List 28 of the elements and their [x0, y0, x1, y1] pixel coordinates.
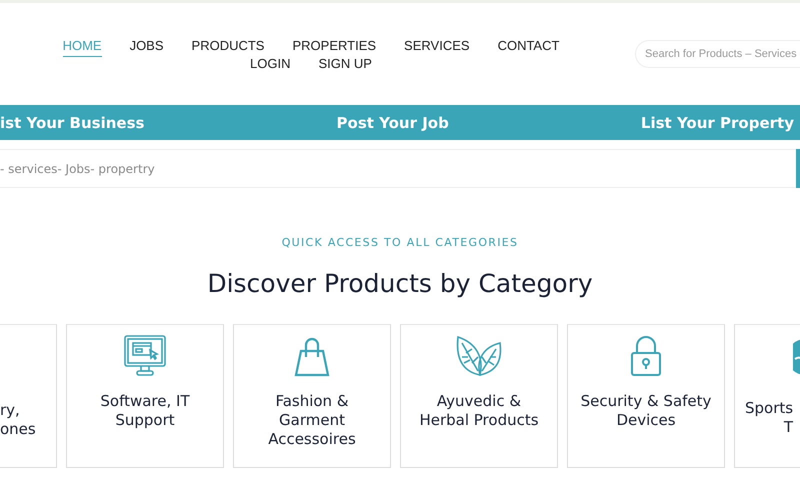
category-card[interactable]: Ayuvedic & Herbal Products [400, 324, 558, 468]
category-card[interactable]: Sports T [734, 324, 800, 468]
category-title: Security & Safety Devices [580, 392, 712, 430]
leaves-icon [454, 335, 504, 377]
search-field[interactable]: Search for Products – Services [635, 40, 800, 68]
search-field[interactable]: - services- Jobs- propertry [0, 149, 796, 188]
category-title: ry, ones [0, 401, 36, 439]
shopping-bag-icon [293, 337, 331, 377]
padlock-icon [630, 335, 662, 377]
nav-link[interactable]: JOBS [130, 39, 164, 57]
section-eyebrow: QUICK ACCESS TO ALL CATEGORIES [280, 236, 520, 249]
category-title: Ayuvedic & Herbal Products [419, 392, 539, 430]
nav-link[interactable]: SERVICES [404, 39, 470, 57]
category-card[interactable]: Fashion & Garment Accessoires [233, 324, 391, 468]
category-title: Sports T [744, 399, 794, 437]
category-card[interactable]: Software, IT Support [66, 324, 224, 468]
nav-link[interactable]: SIGN UP [318, 57, 372, 74]
nav-link[interactable]: PROPERTIES [292, 39, 376, 57]
nav-link[interactable]: PRODUCTS [192, 39, 264, 57]
nav-link[interactable]: LOGIN [250, 57, 290, 74]
search-button[interactable] [796, 149, 800, 188]
category-card[interactable]: ry, ones [0, 324, 57, 468]
nav-link[interactable]: CONTACT [498, 39, 560, 57]
category-title: Fashion & Garment Accessoires [268, 392, 356, 449]
category-title: Software, IT Support [100, 392, 190, 430]
section-heading: Discover Products by Category [206, 269, 594, 298]
category-card[interactable]: Security & Safety Devices [567, 324, 725, 468]
computer-icon [123, 335, 167, 377]
